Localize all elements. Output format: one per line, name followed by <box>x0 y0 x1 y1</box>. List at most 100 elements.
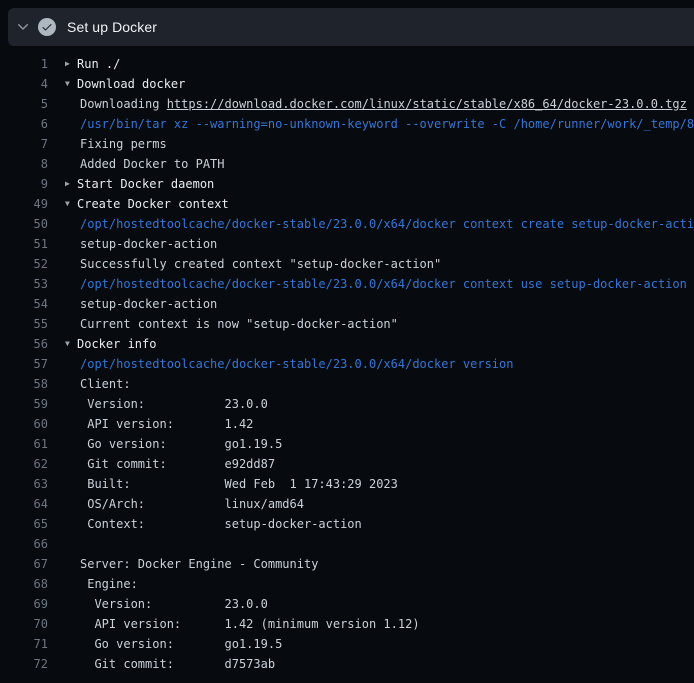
log-text: Fixing perms <box>80 134 167 154</box>
download-url-link[interactable]: https://download.docker.com/linux/static… <box>167 97 687 111</box>
log-group-row[interactable]: 9 ▶Start Docker daemon <box>0 174 694 194</box>
log-text: setup-docker-action <box>80 294 217 314</box>
log-line-row: 60 API version: 1.42 <box>0 414 694 434</box>
line-number[interactable]: 5 <box>0 94 48 114</box>
log-line-row: 57/opt/hostedtoolcache/docker-stable/23.… <box>0 354 694 374</box>
log-text: Successfully created context "setup-dock… <box>80 254 441 274</box>
log-text: OS/Arch: linux/amd64 <box>80 494 304 514</box>
log-text: Client: <box>80 374 131 394</box>
triangle-down-icon: ▼ <box>65 74 75 94</box>
line-number[interactable]: 51 <box>0 234 48 254</box>
line-number[interactable]: 64 <box>0 494 48 514</box>
log-line-row: 54 setup-docker-action <box>0 294 694 314</box>
log-line-row: 51 setup-docker-action <box>0 234 694 254</box>
line-number[interactable]: 62 <box>0 454 48 474</box>
log-line-row: 8Added Docker to PATH <box>0 154 694 174</box>
step-title: Set up Docker <box>67 19 157 35</box>
log-line-row: 72 Git commit: d7573ab <box>0 654 694 674</box>
log-text: Version: 23.0.0 <box>80 394 268 414</box>
line-number[interactable]: 67 <box>0 554 48 574</box>
line-number[interactable]: 65 <box>0 514 48 534</box>
log-line-row: 65 Context: setup-docker-action <box>0 514 694 534</box>
line-number[interactable]: 60 <box>0 414 48 434</box>
group-title: Run ./ <box>77 54 120 74</box>
log-text: /opt/hostedtoolcache/docker-stable/23.0.… <box>80 354 513 374</box>
log-text: setup-docker-action <box>80 234 217 254</box>
line-number[interactable]: 49 <box>0 194 48 214</box>
log-text: Git commit: e92dd87 <box>80 454 275 474</box>
check-circle-icon <box>38 18 56 36</box>
line-number[interactable]: 68 <box>0 574 48 594</box>
log-line-row: 66 <box>0 534 694 554</box>
step-header[interactable]: Set up Docker <box>8 8 694 46</box>
log-text: /usr/bin/tar xz --warning=no-unknown-key… <box>80 114 694 134</box>
line-number[interactable]: 54 <box>0 294 48 314</box>
line-number[interactable]: 52 <box>0 254 48 274</box>
line-number[interactable]: 6 <box>0 114 48 134</box>
group-title: Docker info <box>77 334 156 354</box>
log-line-row: 6/usr/bin/tar xz --warning=no-unknown-ke… <box>0 114 694 134</box>
line-number[interactable]: 61 <box>0 434 48 454</box>
line-number[interactable]: 58 <box>0 374 48 394</box>
log-line-row: 59 Version: 23.0.0 <box>0 394 694 414</box>
triangle-down-icon: ▼ <box>65 194 75 214</box>
log-text: /opt/hostedtoolcache/docker-stable/23.0.… <box>80 274 687 294</box>
log-text: Engine: <box>80 574 138 594</box>
log-group-row[interactable]: 1 ▶Run ./ <box>0 54 694 74</box>
line-number[interactable]: 1 <box>0 54 48 74</box>
line-number[interactable]: 9 <box>0 174 48 194</box>
log-line-row: 50/opt/hostedtoolcache/docker-stable/23.… <box>0 214 694 234</box>
line-number[interactable]: 66 <box>0 534 48 554</box>
line-number[interactable]: 70 <box>0 614 48 634</box>
log-text: API version: 1.42 (minimum version 1.12) <box>80 614 420 634</box>
chevron-down-icon[interactable] <box>15 19 31 35</box>
log-text: API version: 1.42 <box>80 414 253 434</box>
line-number[interactable]: 69 <box>0 594 48 614</box>
line-number[interactable]: 57 <box>0 354 48 374</box>
triangle-down-icon: ▼ <box>65 334 75 354</box>
group-title: Download docker <box>77 74 185 94</box>
log-line-row: 70 API version: 1.42 (minimum version 1.… <box>0 614 694 634</box>
line-number[interactable]: 55 <box>0 314 48 334</box>
line-number[interactable]: 8 <box>0 154 48 174</box>
log-line-row: 71 Go version: go1.19.5 <box>0 634 694 654</box>
log-line-row: 7 Fixing perms <box>0 134 694 154</box>
log-line-row: 52 Successfully created context "setup-do… <box>0 254 694 274</box>
log-text: Go version: go1.19.5 <box>80 434 282 454</box>
log-text: Context: setup-docker-action <box>80 514 362 534</box>
log-line-row: 55 Current context is now "setup-docker-a… <box>0 314 694 334</box>
log-group-row[interactable]: 56 ▼Docker info <box>0 334 694 354</box>
group-title: Start Docker daemon <box>77 174 214 194</box>
log-text: Downloading https://download.docker.com/… <box>80 94 687 114</box>
triangle-right-icon: ▶ <box>65 54 75 74</box>
log-text: Server: Docker Engine - Community <box>80 554 318 574</box>
log-line-row: 58 Client: <box>0 374 694 394</box>
log-text: Git commit: d7573ab <box>80 654 275 674</box>
log-text: Built: Wed Feb 1 17:43:29 2023 <box>80 474 398 494</box>
log-text: Version: 23.0.0 <box>80 594 268 614</box>
group-title: Create Docker context <box>77 194 229 214</box>
line-number[interactable]: 7 <box>0 134 48 154</box>
log-line-row: 61 Go version: go1.19.5 <box>0 434 694 454</box>
line-number[interactable]: 59 <box>0 394 48 414</box>
line-number[interactable]: 63 <box>0 474 48 494</box>
log-text: Go version: go1.19.5 <box>80 634 282 654</box>
log-line-row: 64 OS/Arch: linux/amd64 <box>0 494 694 514</box>
log-line-row: 63 Built: Wed Feb 1 17:43:29 2023 <box>0 474 694 494</box>
line-number[interactable]: 71 <box>0 634 48 654</box>
log-group-row[interactable]: 49 ▼Create Docker context <box>0 194 694 214</box>
triangle-right-icon: ▶ <box>65 174 75 194</box>
log-line-row: 62 Git commit: e92dd87 <box>0 454 694 474</box>
line-number[interactable]: 53 <box>0 274 48 294</box>
log-line-row: 67 Server: Docker Engine - Community <box>0 554 694 574</box>
log-group-row[interactable]: 4 ▼Download docker <box>0 74 694 94</box>
line-number[interactable]: 50 <box>0 214 48 234</box>
log-text: Downloading <box>80 97 167 111</box>
line-number[interactable]: 72 <box>0 654 48 674</box>
line-number[interactable]: 56 <box>0 334 48 354</box>
log-line-row: 5 Downloading https://download.docker.com… <box>0 94 694 114</box>
log-lines: 1▶Run ./4▼Download docker5Downloading ht… <box>0 54 694 674</box>
line-number[interactable]: 4 <box>0 74 48 94</box>
log-text: Current context is now "setup-docker-act… <box>80 314 398 334</box>
log-line-row: 69 Version: 23.0.0 <box>0 594 694 614</box>
